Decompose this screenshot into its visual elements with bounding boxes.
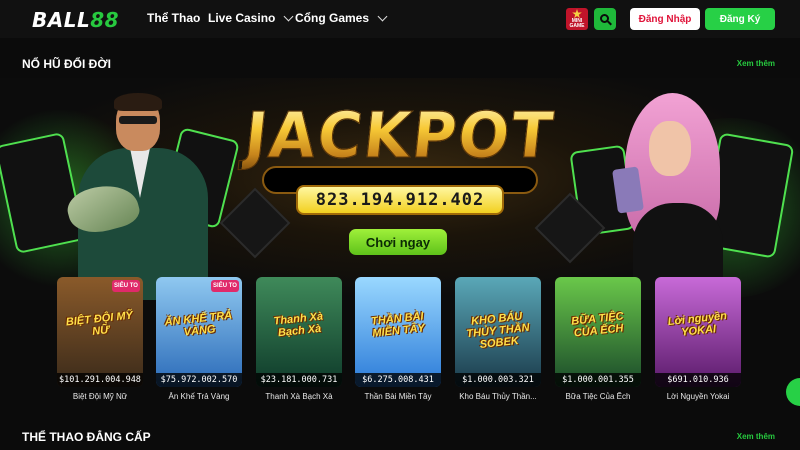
- game-title-art: Lời nguyền YOKAI: [667, 309, 728, 339]
- ball88-logo[interactable]: BALL88: [32, 8, 119, 32]
- mini-game-button[interactable]: MINI GAME: [566, 8, 588, 30]
- game-thumbnail[interactable]: Thanh Xà Bạch Xà $23.181.000.731: [256, 277, 342, 387]
- game-title-art: KHO BÁU THỦY THẦN SOBEK: [465, 310, 531, 351]
- logo-number: 88: [90, 8, 120, 32]
- jackpot-banner[interactable]: JACKPOT 823.194.912.402 Chơi ngay: [0, 78, 800, 300]
- woman-with-phone-illustration: [612, 93, 735, 300]
- game-thumbnail[interactable]: BỮA TIỆC CỦA ẾCH $1.000.001.355: [555, 277, 641, 387]
- jackpot-section-title: NỔ HŨ ĐỔI ĐỜI: [22, 57, 111, 71]
- search-icon: [599, 13, 609, 23]
- chevron-down-icon: [377, 11, 388, 22]
- game-thumbnail[interactable]: SIÊU TO ĂN KHẾ TRẢ VÀNG $75.972.002.570: [156, 277, 242, 387]
- game-jackpot-amount: $75.972.002.570: [156, 373, 242, 387]
- heart-icon: [219, 187, 291, 259]
- game-label[interactable]: Thanh Xà Bạch Xà: [256, 392, 342, 401]
- game-jackpot-amount: $691.010.936: [655, 373, 741, 387]
- game-card[interactable]: SIÊU TO ĂN KHẾ TRẢ VÀNG $75.972.002.570 Ăn …: [156, 277, 242, 401]
- game-card[interactable]: Lời nguyền YOKAI $691.010.936 Lời Nguyền Y…: [655, 277, 741, 401]
- game-card[interactable]: BỮA TIỆC CỦA ẾCH $1.000.001.355 Bữa Tiệc C…: [555, 277, 641, 401]
- jackpot-title-text: JACKPOT: [241, 99, 559, 174]
- game-thumbnail[interactable]: THẦN BÀI MIỀN TÂY $6.275.008.431: [355, 277, 441, 387]
- mini-game-label-2: GAME: [569, 23, 585, 29]
- game-title-art: THẦN BÀI MIỀN TÂY: [370, 310, 426, 340]
- chevron-down-icon: [283, 11, 294, 22]
- game-label[interactable]: Ăn Khế Trả Vàng: [156, 392, 242, 401]
- man-with-cash-illustration: [63, 93, 208, 300]
- game-title-art: BIỆT ĐỘI MỸ NỮ: [65, 309, 134, 338]
- game-jackpot-amount: $1.000.001.355: [555, 373, 641, 387]
- game-label[interactable]: Lời Nguyền Yokai: [655, 392, 741, 401]
- logo-text: BALL: [32, 8, 91, 32]
- search-button[interactable]: [594, 8, 616, 30]
- play-now-button[interactable]: Chơi ngay: [349, 229, 447, 255]
- see-more-link[interactable]: Xem thêm: [737, 59, 775, 68]
- game-jackpot-amount: $1.000.003.321: [455, 373, 541, 387]
- nav-link-sports-label: Thể Thao: [147, 11, 201, 25]
- game-title-art: BỮA TIỆC CỦA ẾCH: [570, 310, 625, 340]
- game-jackpot-amount: $101.291.004.948: [57, 373, 143, 387]
- game-title-art: Thanh Xà Bạch Xà: [273, 310, 324, 340]
- game-jackpot-amount: $23.181.000.731: [256, 373, 342, 387]
- game-tag-badge: SIÊU TO: [112, 280, 140, 292]
- game-thumbnail[interactable]: SIÊU TO BIỆT ĐỘI MỸ NỮ $101.291.004.948: [57, 277, 143, 387]
- nav-link-games[interactable]: Cổng Games: [295, 11, 388, 25]
- game-card[interactable]: THẦN BÀI MIỀN TÂY $6.275.008.431 Thần Bài …: [355, 277, 441, 401]
- top-navbar: BALL88 Thể Thao Live Casino Cổng Games M…: [0, 0, 800, 38]
- nav-link-sports[interactable]: Thể Thao: [147, 11, 200, 25]
- game-thumbnail[interactable]: KHO BÁU THỦY THẦN SOBEK $1.000.003.321: [455, 277, 541, 387]
- nav-link-live-casino[interactable]: Live Casino: [208, 11, 294, 25]
- game-label[interactable]: Kho Báu Thủy Thần...: [455, 392, 541, 401]
- nav-link-games-label: Cổng Games: [295, 11, 370, 25]
- register-button[interactable]: Đăng Ký: [705, 8, 775, 30]
- sports-section-title: THỂ THAO ĐẲNG CẤP: [22, 430, 151, 444]
- game-jackpot-amount: $6.275.008.431: [355, 373, 441, 387]
- game-card[interactable]: Thanh Xà Bạch Xà $23.181.000.731 Thanh Xà …: [256, 277, 342, 401]
- game-label[interactable]: Bữa Tiệc Của Ếch: [555, 392, 641, 401]
- chat-support-button[interactable]: [786, 378, 800, 406]
- game-label[interactable]: Biệt Đội Mỹ Nữ: [57, 392, 143, 401]
- game-tag-badge: SIÊU TO: [211, 280, 239, 292]
- jackpot-value: 823.194.912.402: [296, 185, 504, 215]
- see-more-link[interactable]: Xem thêm: [737, 432, 775, 441]
- jackpot-title: JACKPOT: [235, 96, 565, 176]
- game-thumbnail[interactable]: Lời nguyền YOKAI $691.010.936: [655, 277, 741, 387]
- login-button[interactable]: Đăng Nhập: [630, 8, 700, 30]
- game-card[interactable]: SIÊU TO BIỆT ĐỘI MỸ NỮ $101.291.004.948 Biệ…: [57, 277, 143, 401]
- nav-link-live-casino-label: Live Casino: [208, 11, 276, 25]
- game-card[interactable]: KHO BÁU THỦY THẦN SOBEK $1.000.003.321 Kho…: [455, 277, 541, 401]
- game-label[interactable]: Thần Bài Miền Tây: [355, 392, 441, 401]
- game-title-art: ĂN KHẾ TRẢ VÀNG: [164, 309, 233, 339]
